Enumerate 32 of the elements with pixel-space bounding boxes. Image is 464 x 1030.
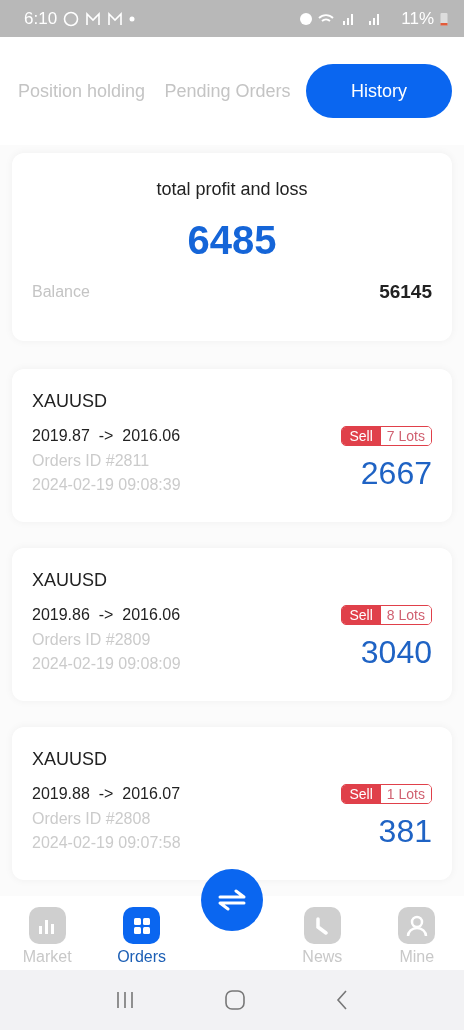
battery-percent: 11% bbox=[401, 8, 434, 29]
dot-icon bbox=[129, 15, 136, 22]
tab[interactable]: History bbox=[306, 64, 452, 118]
home-icon[interactable] bbox=[225, 990, 245, 1010]
battery-icon bbox=[440, 11, 448, 26]
side-tag: Sell bbox=[341, 785, 381, 803]
person-icon bbox=[405, 914, 428, 937]
summary-title: total profit and loss bbox=[156, 179, 308, 200]
order-profit: 3040 bbox=[360, 634, 432, 671]
order-symbol: XAUUSD bbox=[32, 391, 108, 412]
side-tag: Sell bbox=[341, 606, 381, 624]
nav-item[interactable]: Orders bbox=[106, 907, 177, 966]
chat-icon bbox=[63, 10, 80, 27]
balance-label: Balance bbox=[32, 283, 90, 301]
status-time: 6:10 bbox=[24, 8, 58, 29]
swap-icon bbox=[216, 889, 247, 911]
side-tag: Sell bbox=[341, 427, 381, 445]
order-profit: 2667 bbox=[360, 455, 432, 492]
order-symbol: XAUUSD bbox=[32, 570, 108, 591]
price-change: 2019.86 -> 2016.06 bbox=[32, 606, 181, 624]
clock-hand-icon bbox=[315, 916, 330, 935]
order-profit: 381 bbox=[378, 813, 432, 850]
price-change: 2019.88 -> 2016.07 bbox=[32, 785, 181, 803]
grid-icon bbox=[132, 916, 151, 935]
mail-icon bbox=[107, 11, 124, 26]
recents-icon[interactable] bbox=[115, 991, 134, 1009]
price-change: 2019.87 -> 2016.06 bbox=[32, 427, 181, 445]
total-profit: 6485 bbox=[187, 218, 277, 263]
order-symbol: XAUUSD bbox=[32, 749, 108, 770]
balance-value: 56145 bbox=[379, 281, 432, 303]
back-icon[interactable] bbox=[336, 990, 349, 1010]
mail-icon bbox=[85, 11, 102, 26]
